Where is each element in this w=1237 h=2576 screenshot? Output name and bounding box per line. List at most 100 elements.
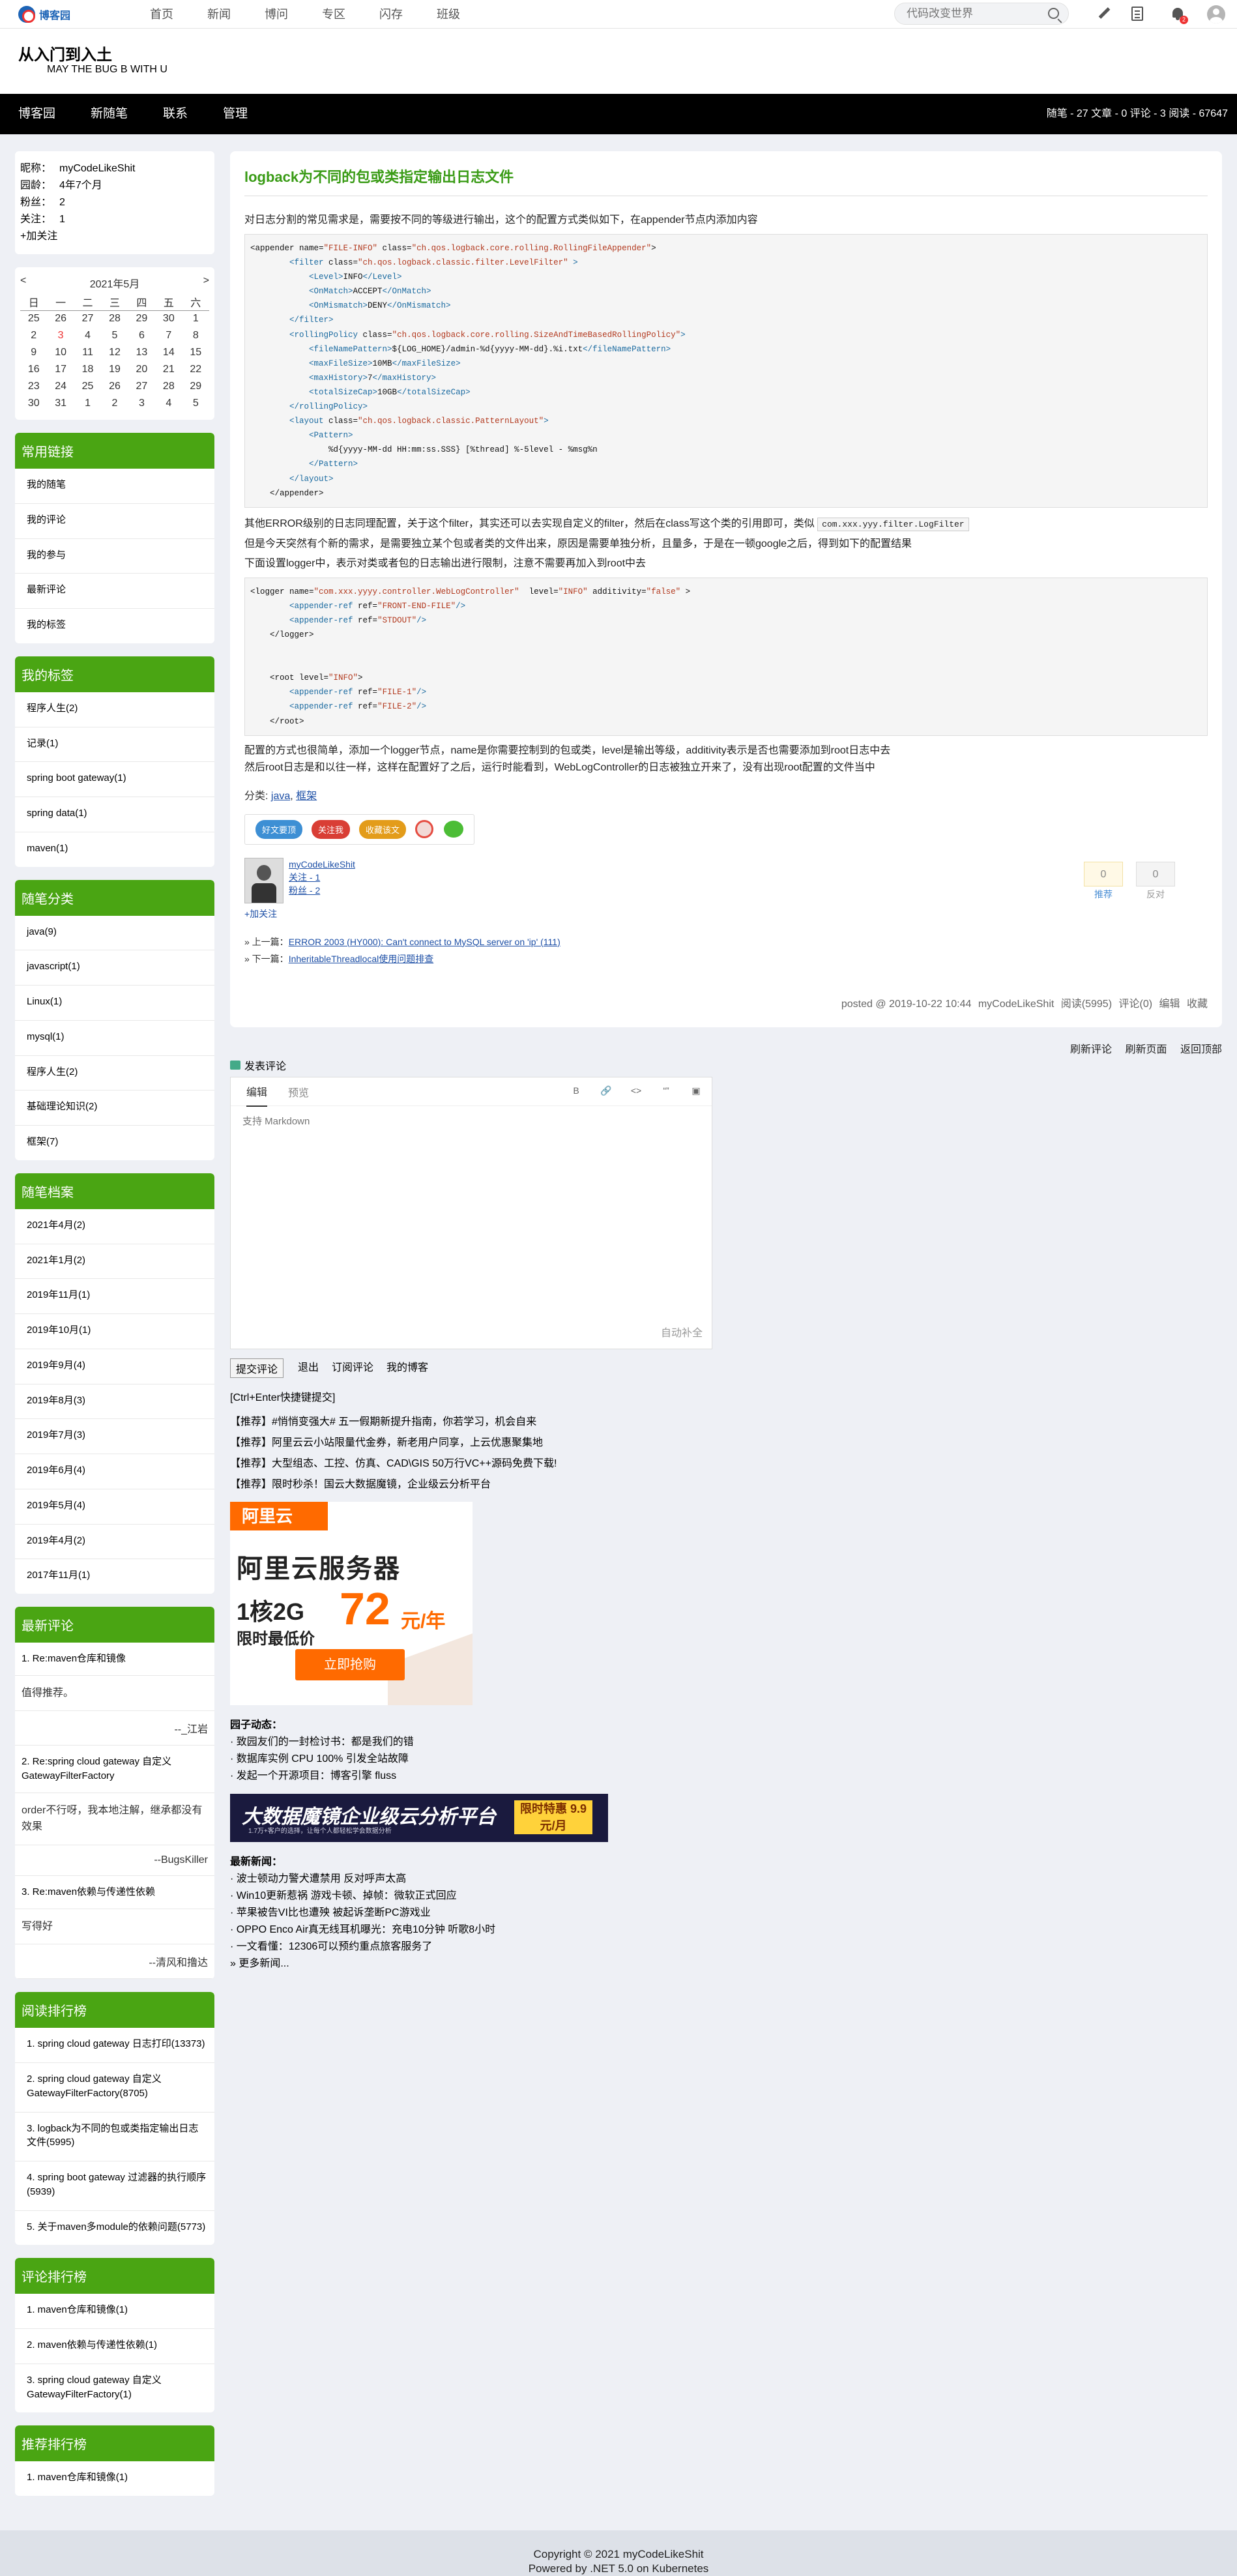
weibo-share-icon[interactable] [415, 820, 434, 839]
downvote-button[interactable]: 0 反对 [1136, 861, 1175, 901]
list-item[interactable]: 2017年11月(1) [15, 1559, 214, 1594]
category-link-java[interactable]: java [271, 791, 290, 802]
list-item[interactable]: 我的评论 [15, 504, 214, 539]
list-item[interactable]: 2021年1月(2) [15, 1244, 214, 1280]
favorite-link[interactable]: 收藏 [1187, 999, 1208, 1010]
post-title[interactable]: logback为不同的包或类指定输出日志文件 [244, 166, 1208, 196]
author-fans-link[interactable]: 粉丝 - 2 [289, 885, 320, 896]
list-item[interactable]: 2021年4月(2) [15, 1209, 214, 1244]
bold-icon[interactable]: B [570, 1085, 583, 1098]
site-brand[interactable]: 博客园 [18, 3, 70, 25]
list-item[interactable]: 程序人生(2) [15, 1056, 214, 1091]
nav-new-post[interactable]: 新随笔 [91, 94, 128, 134]
news-item[interactable]: · 一文看懂：12306可以预约重点旅客服务了 [230, 1939, 712, 1955]
submit-comment-button[interactable]: 提交评论 [230, 1358, 284, 1378]
author-avatar[interactable] [244, 857, 284, 903]
blog-age[interactable]: 4年7个月 [59, 177, 102, 194]
list-item[interactable]: java(9) [15, 916, 214, 951]
my-blog-link[interactable]: 我的博客 [386, 1358, 428, 1378]
list-item[interactable]: 2019年9月(4) [15, 1349, 214, 1384]
list-item[interactable]: 1. maven仓库和镜像(1) [15, 2461, 214, 2496]
calendar-next-month[interactable]: > [203, 275, 209, 291]
follow-link[interactable]: +加关注 [20, 228, 209, 245]
news-item[interactable]: · 致园友们的一封检讨书：都是我们的错 [230, 1734, 712, 1751]
calendar-prev-month[interactable]: < [20, 275, 26, 291]
recommend-post-button[interactable]: 好文要顶 [255, 819, 303, 839]
edit-link[interactable]: 编辑 [1159, 999, 1180, 1010]
top-menu-qa[interactable]: 博问 [265, 0, 288, 29]
wechat-share-icon[interactable] [444, 821, 464, 838]
quote-icon[interactable]: “” [660, 1085, 673, 1098]
list-item[interactable]: spring data(1) [15, 797, 214, 832]
author-name-link[interactable]: myCodeLikeShit [289, 859, 355, 870]
bigdata-banner[interactable]: 大数据魔镜企业级云分析平台 1.7万+客户的选择，让每个人都轻松学会数据分析 限… [230, 1794, 608, 1842]
list-item[interactable]: 1. maven仓库和镜像(1) [15, 2294, 214, 2330]
list-item[interactable]: 2019年5月(4) [15, 1489, 214, 1525]
list-item[interactable]: 2. spring cloud gateway 自定义GatewayFilter… [15, 2063, 214, 2113]
ad-link[interactable]: 【推荐】阿里云云小站限量代金券，新老用户同享，上云优惠聚集地 [230, 1433, 712, 1454]
author-follow-link[interactable]: +加关注 [244, 907, 277, 920]
comment-count-link[interactable]: 评论(0) [1119, 999, 1153, 1010]
ad-link[interactable]: 【推荐】大型组态、工控、仿真、CAD\GIS 50万行VC++源码免费下载! [230, 1454, 712, 1474]
image-icon[interactable]: ▣ [690, 1085, 703, 1098]
follow-author-button[interactable]: 关注我 [312, 819, 351, 839]
list-item[interactable]: 我的标签 [15, 609, 214, 643]
refresh-page-link[interactable]: 刷新页面 [1126, 1044, 1167, 1055]
more-news-link[interactable]: » 更多新闻... [230, 1955, 712, 1972]
tab-edit[interactable]: 编辑 [246, 1077, 268, 1107]
top-menu-zone[interactable]: 专区 [322, 0, 345, 29]
list-item[interactable]: spring boot gateway(1) [15, 762, 214, 797]
list-item[interactable]: 最新评论 [15, 574, 214, 609]
list-item[interactable]: 记录(1) [15, 727, 214, 763]
list-item[interactable]: 2019年8月(3) [15, 1384, 214, 1420]
write-post-icon[interactable] [1097, 7, 1111, 21]
blog-title[interactable]: 从入门到入土 [18, 42, 112, 65]
prev-post-link[interactable]: ERROR 2003 (HY000): Can't connect to MyS… [289, 937, 560, 947]
comment-title[interactable]: 2. Re:spring cloud gateway 自定义GatewayFil… [15, 1746, 214, 1793]
my-blog-icon[interactable] [1131, 7, 1143, 21]
top-menu-class[interactable]: 班级 [437, 0, 460, 29]
list-item[interactable]: mysql(1) [15, 1021, 214, 1056]
news-item[interactable]: · 波士顿动力警犬遭禁用 反对呼声太高 [230, 1871, 712, 1888]
search-icon[interactable] [1048, 8, 1059, 19]
comment-title[interactable]: 3. Re:maven依赖与传递性依赖 [15, 1876, 214, 1909]
list-item[interactable]: 2019年7月(3) [15, 1419, 214, 1454]
nickname[interactable]: myCodeLikeShit [59, 160, 136, 177]
search-input[interactable] [895, 3, 1038, 24]
list-item[interactable]: 2019年4月(2) [15, 1525, 214, 1560]
list-item[interactable]: 2. maven依赖与传递性依赖(1) [15, 2329, 214, 2364]
user-avatar[interactable] [1207, 5, 1225, 23]
author-following-link[interactable]: 关注 - 1 [289, 872, 320, 883]
favorite-post-button[interactable]: 收藏该文 [359, 819, 407, 839]
following-count[interactable]: 1 [59, 211, 65, 228]
aliyun-banner[interactable]: 阿里云 阿里云服务器 1核2G 72 元/年 限时最低价 立即抢购 [230, 1502, 473, 1705]
nav-admin[interactable]: 管理 [223, 94, 248, 134]
ad-link[interactable]: 【推荐】#悄悄变强大# 五一假期新提升指南，你若学习，机会自来 [230, 1412, 712, 1433]
list-item[interactable]: 2019年11月(1) [15, 1279, 214, 1314]
news-item[interactable]: · 苹果被告VI比也遭殃 被起诉垄断PC游戏业 [230, 1905, 712, 1922]
top-menu-home[interactable]: 首页 [150, 0, 173, 29]
list-item[interactable]: 2019年10月(1) [15, 1314, 214, 1349]
back-to-top-link[interactable]: 返回顶部 [1180, 1044, 1222, 1055]
list-item[interactable]: 基础理论知识(2) [15, 1090, 214, 1126]
list-item[interactable]: 2019年6月(4) [15, 1454, 214, 1489]
banner-buy-button[interactable]: 立即抢购 [295, 1649, 405, 1680]
list-item[interactable]: 4. spring boot gateway 过滤器的执行顺序(5939) [15, 2161, 214, 2211]
news-item[interactable]: · 发起一个开源项目：博客引擎 fluss [230, 1768, 712, 1785]
nav-contact[interactable]: 联系 [163, 94, 188, 134]
comment-title[interactable]: 1. Re:maven仓库和镜像 [15, 1643, 214, 1676]
refresh-comments-link[interactable]: 刷新评论 [1070, 1044, 1112, 1055]
news-item[interactable]: · OPPO Enco Air真无线耳机曝光：充电10分钟 听歌8小时 [230, 1922, 712, 1939]
nav-cnblogs[interactable]: 博客园 [18, 94, 55, 134]
logout-link[interactable]: 退出 [298, 1358, 319, 1378]
list-item[interactable]: maven(1) [15, 832, 214, 867]
ad-link[interactable]: 【推荐】限时秒杀！国云大数据魔镜，企业级云分析平台 [230, 1474, 712, 1495]
list-item[interactable]: 框架(7) [15, 1126, 214, 1160]
list-item[interactable]: 3. spring cloud gateway 自定义GatewayFilter… [15, 2364, 214, 2413]
news-item[interactable]: · Win10更新惹祸 游戏卡顿、掉帧：微软正式回应 [230, 1888, 712, 1905]
link-icon[interactable]: 🔗 [600, 1085, 613, 1098]
list-item[interactable]: 我的参与 [15, 539, 214, 574]
category-link-framework[interactable]: 框架 [296, 791, 317, 802]
list-item[interactable]: 1. spring cloud gateway 日志打印(13373) [15, 2028, 214, 2064]
comment-textarea[interactable] [242, 1114, 699, 1310]
